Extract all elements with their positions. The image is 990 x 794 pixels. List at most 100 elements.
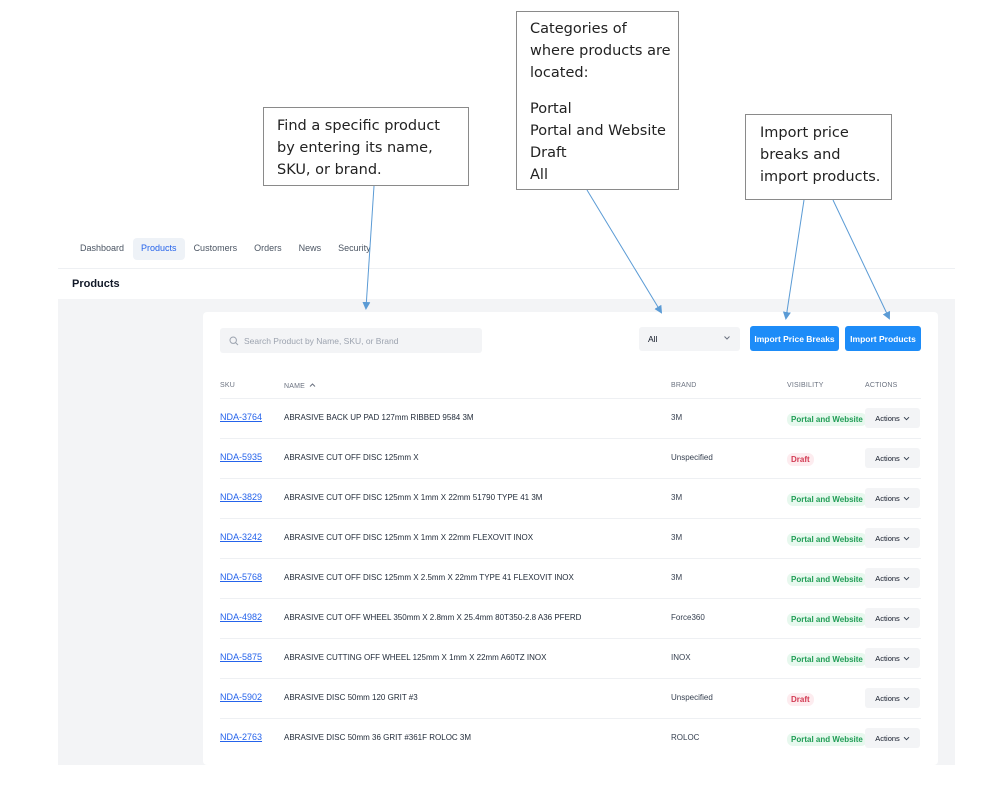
app-window: Dashboard Products Customers Orders News…	[58, 232, 955, 765]
nav-item-customers[interactable]: Customers	[186, 238, 246, 260]
product-sku-link[interactable]: NDA-5875	[220, 652, 262, 662]
nav-item-products[interactable]: Products	[133, 238, 185, 260]
product-brand: Unspecified	[671, 453, 713, 462]
row-actions-button[interactable]: Actions	[865, 528, 920, 548]
row-actions-label: Actions	[875, 413, 900, 423]
table-row: NDA-3764 ABRASIVE BACK UP PAD 127mm RIBBE…	[220, 398, 921, 438]
search-box[interactable]	[220, 328, 482, 353]
callout-import-text: Import price breaks and import products.	[760, 125, 881, 185]
row-actions-label: Actions	[875, 613, 900, 623]
nav-item-orders[interactable]: Orders	[246, 238, 290, 260]
row-actions-label: Actions	[875, 733, 900, 743]
chevron-down-icon	[903, 456, 910, 460]
callout-categories-help: Categories of where products are located…	[516, 11, 679, 190]
callout-search-help: Find a specific product by entering its …	[263, 107, 469, 186]
table-header: SKU NAME BRAND VISIBILITY ACTIONS	[220, 378, 921, 398]
visibility-status-badge: Draft	[787, 453, 814, 466]
product-sku-link[interactable]: NDA-3829	[220, 492, 262, 502]
search-icon	[229, 335, 239, 345]
product-brand: 3M	[671, 493, 683, 502]
row-actions-button[interactable]: Actions	[865, 688, 920, 708]
product-sku-link[interactable]: NDA-3242	[220, 532, 262, 542]
table-row: NDA-3829 ABRASIVE CUT OFF DISC 125mm X 1m…	[220, 478, 921, 518]
table-row: NDA-3242 ABRASIVE CUT OFF DISC 125mm X 1m…	[220, 518, 921, 558]
column-header-actions: ACTIONS	[865, 382, 898, 389]
product-name: ABRASIVE CUT OFF DISC 125mm X 1mm X 22mm…	[284, 533, 534, 542]
page-header: Products	[58, 269, 955, 299]
table-row: NDA-5875 ABRASIVE CUTTING OFF WHEEL 125mm…	[220, 638, 921, 678]
column-header-name-label: NAME	[284, 383, 306, 390]
chevron-down-icon	[903, 736, 910, 740]
row-actions-button[interactable]: Actions	[865, 448, 920, 468]
column-header-name[interactable]: NAME	[284, 382, 316, 390]
product-name: ABRASIVE CUT OFF WHEEL 350mm X 2.8mm X 2…	[284, 613, 582, 622]
product-sku-link[interactable]: NDA-4982	[220, 612, 262, 622]
visibility-status-badge: Portal and Website	[787, 733, 867, 746]
nav-item-dashboard[interactable]: Dashboard	[72, 238, 132, 260]
product-sku-link[interactable]: NDA-5902	[220, 692, 262, 702]
chevron-down-icon	[903, 696, 910, 700]
product-sku-link[interactable]: NDA-3764	[220, 412, 262, 422]
table-row: NDA-5935 ABRASIVE CUT OFF DISC 125mm X Uns…	[220, 438, 921, 478]
visibility-status-badge: Portal and Website	[787, 413, 867, 426]
table-row: NDA-2763 ABRASIVE DISC 50mm 36 GRIT #361F…	[220, 718, 921, 758]
product-name: ABRASIVE CUTTING OFF WHEEL 125mm X 1mm X…	[284, 653, 547, 662]
table-row: NDA-5902 ABRASIVE DISC 50mm 120 GRIT #3 Un…	[220, 678, 921, 718]
product-brand: Force360	[671, 613, 705, 622]
chevron-down-icon	[903, 616, 910, 620]
chevron-down-icon	[903, 496, 910, 500]
product-sku-link[interactable]: NDA-5935	[220, 452, 262, 462]
callout-search-text: Find a specific product by entering its …	[277, 118, 440, 178]
product-name: ABRASIVE CUT OFF DISC 125mm X 1mm X 22mm…	[284, 493, 543, 502]
product-sku-link[interactable]: NDA-2763	[220, 732, 262, 742]
visibility-filter-value: All	[648, 334, 658, 344]
column-header-sku[interactable]: SKU	[220, 382, 235, 389]
callout-category-draft: Draft	[530, 145, 567, 161]
product-name: ABRASIVE CUT OFF DISC 125mm X	[284, 453, 419, 462]
row-actions-label: Actions	[875, 533, 900, 543]
row-actions-button[interactable]: Actions	[865, 568, 920, 588]
product-brand: 3M	[671, 573, 683, 582]
chevron-down-icon	[903, 576, 910, 580]
row-actions-button[interactable]: Actions	[865, 408, 920, 428]
callout-category-all: All	[530, 167, 548, 183]
search-input[interactable]	[244, 335, 464, 346]
products-card: All Import Price Breaks Import Products …	[203, 312, 938, 765]
row-actions-label: Actions	[875, 653, 900, 663]
chevron-down-icon	[903, 656, 910, 660]
chevron-down-icon	[903, 416, 910, 420]
nav-item-security[interactable]: Security	[330, 238, 379, 260]
sort-ascending-icon	[309, 383, 316, 387]
product-name: ABRASIVE BACK UP PAD 127mm RIBBED 9584 3…	[284, 413, 474, 422]
row-actions-button[interactable]: Actions	[865, 648, 920, 668]
row-actions-button[interactable]: Actions	[865, 608, 920, 628]
row-actions-label: Actions	[875, 573, 900, 583]
callout-category-portal-website: Portal and Website	[530, 123, 666, 139]
product-sku-link[interactable]: NDA-5768	[220, 572, 262, 582]
row-actions-label: Actions	[875, 693, 900, 703]
page-title: Products	[72, 278, 120, 290]
products-table-body: NDA-3764 ABRASIVE BACK UP PAD 127mm RIBBE…	[220, 398, 921, 758]
callout-import-help: Import price breaks and import products.	[745, 114, 892, 200]
visibility-status-badge: Portal and Website	[787, 533, 867, 546]
table-row: NDA-4982 ABRASIVE CUT OFF WHEEL 350mm X 2…	[220, 598, 921, 638]
row-actions-button[interactable]: Actions	[865, 488, 920, 508]
visibility-filter-select[interactable]: All	[639, 327, 740, 351]
product-brand: 3M	[671, 413, 683, 422]
product-name: ABRASIVE DISC 50mm 120 GRIT #3	[284, 693, 418, 702]
product-brand: 3M	[671, 533, 683, 542]
product-name: ABRASIVE CUT OFF DISC 125mm X 2.5mm X 22…	[284, 573, 574, 582]
column-header-visibility[interactable]: VISIBILITY	[787, 382, 824, 389]
product-brand: ROLOC	[671, 733, 700, 742]
visibility-status-badge: Portal and Website	[787, 493, 867, 506]
nav-item-news[interactable]: News	[291, 238, 330, 260]
visibility-status-badge: Portal and Website	[787, 573, 867, 586]
import-price-breaks-button[interactable]: Import Price Breaks	[750, 326, 839, 351]
row-actions-button[interactable]: Actions	[865, 728, 920, 748]
row-actions-label: Actions	[875, 453, 900, 463]
callout-categories-intro: Categories of where products are located…	[530, 21, 671, 81]
product-brand: INOX	[671, 653, 691, 662]
column-header-brand[interactable]: BRAND	[671, 382, 697, 389]
import-products-button[interactable]: Import Products	[845, 326, 921, 351]
chevron-down-icon	[903, 536, 910, 540]
